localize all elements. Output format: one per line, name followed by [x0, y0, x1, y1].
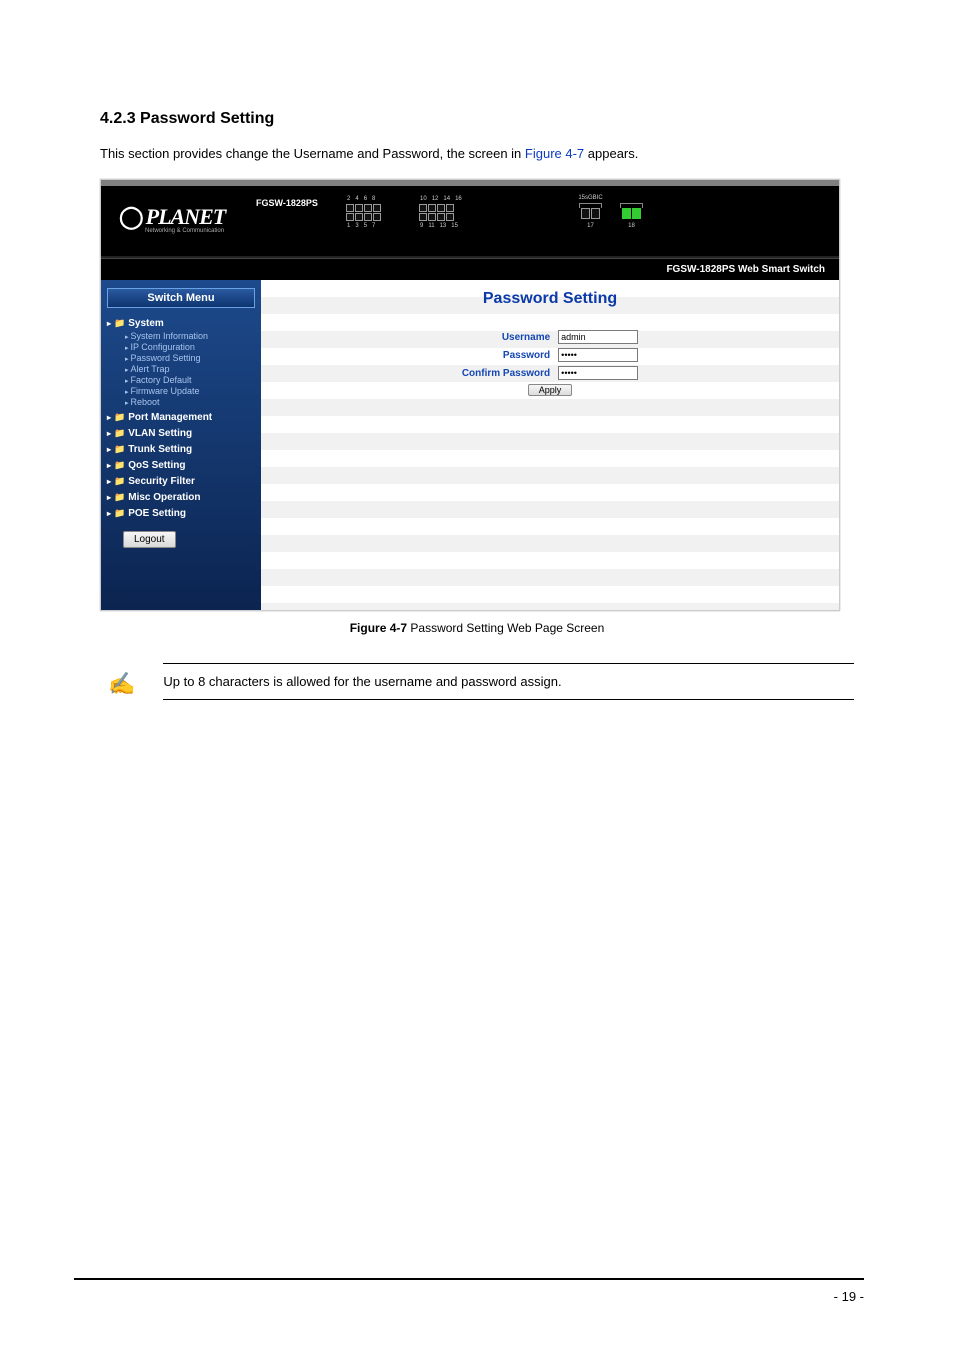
model-label: FGSW-1828PS — [256, 198, 318, 208]
folder-icon: 📁 — [114, 492, 125, 502]
sidebar-title: Switch Menu — [107, 288, 255, 308]
fiber-label: 15sGBIC — [578, 195, 602, 201]
sidebar-item-poe-setting[interactable]: 📁POE Setting — [107, 508, 255, 519]
note-icon: ✍ — [108, 673, 135, 695]
brand-subtitle: Networking & Communication — [145, 228, 224, 234]
folder-icon: 📁 — [114, 412, 125, 422]
folder-icon: 📁 — [114, 428, 125, 438]
sidebar-sub-alert-trap[interactable]: Alert Trap — [125, 364, 255, 374]
sidebar: Switch Menu 📁System System Information I… — [101, 280, 261, 610]
table-row: Password — [462, 348, 638, 362]
page-title: Password Setting — [261, 290, 839, 308]
note-text: Up to 8 characters is allowed for the us… — [163, 663, 854, 700]
web-screenshot: PLANET Networking & Communication FGSW-1… — [100, 179, 840, 611]
section-heading: 4.2.3 Password Setting — [100, 110, 854, 128]
figure-caption: Figure 4-7 Password Setting Web Page Scr… — [100, 621, 854, 635]
folder-icon: 📁 — [114, 476, 125, 486]
caption-bold: Figure 4-7 — [350, 621, 407, 635]
intro-post: appears. — [588, 146, 639, 161]
note-row: ✍ Up to 8 characters is allowed for the … — [108, 663, 854, 700]
device-panel: PLANET Networking & Communication FGSW-1… — [101, 180, 839, 258]
logout-button[interactable]: Logout — [123, 531, 176, 548]
caption-rest: Password Setting Web Page Screen — [407, 621, 604, 635]
port-num-row-bot-2: 9111315 — [420, 223, 458, 229]
sidebar-sub-firmware-update[interactable]: Firmware Update — [125, 386, 255, 396]
intro-pre: This section provides change the Usernam… — [100, 146, 525, 161]
sidebar-sub-system-information[interactable]: System Information — [125, 331, 255, 341]
username-field[interactable] — [558, 330, 638, 344]
sidebar-item-misc-operation[interactable]: 📁Misc Operation — [107, 492, 255, 503]
folder-icon: 📁 — [114, 318, 125, 328]
confirm-password-field[interactable] — [558, 366, 638, 380]
table-row: Apply — [462, 384, 638, 396]
sidebar-item-port-management[interactable]: 📁Port Management — [107, 412, 255, 423]
port-num-row-top-2: 10121416 — [420, 196, 462, 202]
username-label: Username — [462, 330, 554, 344]
sidebar-item-security-filter[interactable]: 📁Security Filter — [107, 476, 255, 487]
figure-link[interactable]: Figure 4-7 — [525, 146, 584, 161]
table-row: Confirm Password — [462, 366, 638, 380]
port-group-2: 10121416 9111315 — [419, 204, 454, 221]
port-group-1: 2468 1357 — [346, 204, 381, 221]
fiber-pair-18: 18 — [622, 208, 641, 219]
page-number: - 19 - — [834, 1289, 864, 1304]
sidebar-sub-password-setting[interactable]: Password Setting — [125, 353, 255, 363]
port-num-row-top-1: 2468 — [347, 196, 375, 202]
sidebar-sub-factory-default[interactable]: Factory Default — [125, 375, 255, 385]
smart-switch-title: FGSW-1828PS Web Smart Switch — [101, 258, 839, 280]
sidebar-sub-ip-configuration[interactable]: IP Configuration — [125, 342, 255, 352]
fiber-pair-17: 15sGBIC 17 — [581, 208, 600, 219]
brand-logo: PLANET — [119, 204, 225, 230]
footer-rule — [74, 1278, 864, 1280]
fiber-ports: 15sGBIC 17 18 — [581, 208, 641, 219]
confirm-password-label: Confirm Password — [462, 366, 554, 380]
sidebar-item-system[interactable]: 📁System — [107, 318, 255, 329]
table-row: Username — [462, 330, 638, 344]
password-field[interactable] — [558, 348, 638, 362]
apply-button[interactable]: Apply — [528, 384, 573, 396]
sidebar-sub-reboot[interactable]: Reboot — [125, 397, 255, 407]
sidebar-item-vlan-setting[interactable]: 📁VLAN Setting — [107, 428, 255, 439]
intro-text: This section provides change the Usernam… — [100, 146, 854, 161]
port-num-row-bot-1: 1357 — [347, 223, 375, 229]
password-label: Password — [462, 348, 554, 362]
folder-icon: 📁 — [114, 508, 125, 518]
main-area: Password Setting Username Password Confi… — [261, 280, 839, 610]
sidebar-item-trunk-setting[interactable]: 📁Trunk Setting — [107, 444, 255, 455]
password-form: Username Password Confirm Password — [458, 326, 642, 400]
sidebar-item-qos-setting[interactable]: 📁QoS Setting — [107, 460, 255, 471]
folder-icon: 📁 — [114, 444, 125, 454]
folder-icon: 📁 — [114, 460, 125, 470]
